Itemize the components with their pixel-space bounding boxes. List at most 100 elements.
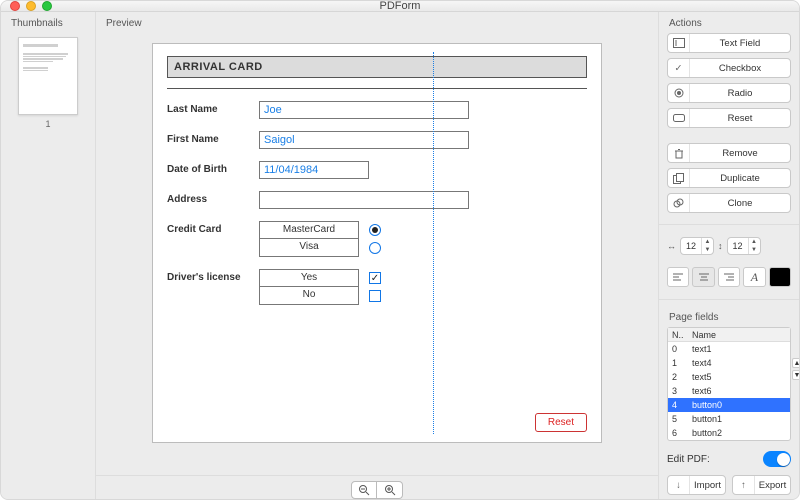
- zoom-out-button[interactable]: [351, 481, 377, 499]
- input-dob[interactable]: [259, 161, 369, 179]
- arrow-vertical-icon: ↕: [718, 241, 723, 251]
- align-center-button[interactable]: [692, 267, 714, 287]
- label-credit-card: Credit Card: [167, 221, 259, 235]
- zoom-out-icon: [358, 484, 370, 496]
- duplicate-button[interactable]: Duplicate: [667, 168, 791, 188]
- form-reset-button[interactable]: Reset: [535, 413, 587, 432]
- table-row[interactable]: 6button2: [668, 426, 790, 440]
- input-address[interactable]: [259, 191, 469, 209]
- add-radio-button[interactable]: Radio: [667, 83, 791, 103]
- text-field-icon: [668, 34, 690, 52]
- row-credit-card: Credit Card MasterCard Visa: [167, 221, 587, 257]
- input-last-name[interactable]: [259, 101, 469, 119]
- y-value: 12: [728, 241, 748, 251]
- label-dob: Date of Birth: [167, 161, 259, 175]
- credit-card-option-1[interactable]: Visa: [259, 239, 359, 257]
- checkbox-license-1[interactable]: [369, 290, 381, 302]
- main-body: Thumbnails 1 Preview: [1, 12, 799, 500]
- radio-icon: [668, 84, 690, 102]
- thumbnails-panel: Thumbnails 1: [1, 12, 96, 500]
- table-row[interactable]: 3text6: [668, 384, 790, 398]
- x-value: 12: [681, 241, 701, 251]
- row-first-name: First Name: [167, 131, 587, 149]
- zoom-in-button[interactable]: [377, 481, 403, 499]
- row-license: Driver's license Yes ✓ No: [167, 269, 587, 305]
- col-header-number: N..: [668, 330, 688, 340]
- duplicate-label: Duplicate: [690, 173, 790, 184]
- page-thumbnail[interactable]: [18, 37, 78, 115]
- import-label: Import: [690, 480, 725, 491]
- actions-panel: Actions Text Field ✓ Checkbox Radio Rese…: [659, 12, 799, 500]
- preview-header: Preview: [96, 12, 658, 33]
- checkbox-icon: ✓: [668, 59, 690, 77]
- reset-icon: [668, 109, 690, 127]
- license-option-1[interactable]: No: [259, 287, 359, 305]
- clone-icon: [668, 194, 690, 212]
- app-window: PDForm Thumbnails 1: [0, 0, 800, 500]
- preview-panel: Preview ARRIVAL CARD Last Name First Nam…: [96, 12, 659, 500]
- font-button[interactable]: A: [743, 267, 765, 287]
- add-radio-label: Radio: [690, 88, 790, 99]
- export-icon: ↑: [733, 476, 755, 494]
- thumbnail-page-number: 1: [45, 119, 50, 129]
- label-first-name: First Name: [167, 131, 259, 145]
- table-row[interactable]: 4button0: [668, 398, 790, 412]
- row-move-up-button[interactable]: ▲: [792, 358, 800, 368]
- add-reset-label: Reset: [690, 113, 790, 124]
- actions-header: Actions: [667, 12, 791, 33]
- row-move-down-button[interactable]: ▼: [792, 370, 800, 380]
- credit-card-option-0[interactable]: MasterCard: [259, 221, 359, 239]
- add-checkbox-label: Checkbox: [690, 63, 790, 74]
- thumbnails-header: Thumbnails: [1, 12, 95, 33]
- add-reset-button[interactable]: Reset: [667, 108, 791, 128]
- alignment-row: A: [667, 267, 791, 287]
- radio-credit-card-0[interactable]: [369, 224, 381, 236]
- table-row[interactable]: 1text4: [668, 356, 790, 370]
- checkbox-license-0[interactable]: ✓: [369, 272, 381, 284]
- import-button[interactable]: ↓ Import: [667, 475, 726, 495]
- x-up-icon[interactable]: ▲: [702, 238, 713, 246]
- export-button[interactable]: ↑ Export: [732, 475, 791, 495]
- table-row[interactable]: 0text1: [668, 342, 790, 356]
- font-icon: A: [751, 270, 758, 285]
- table-row[interactable]: 5button1: [668, 412, 790, 426]
- titlebar: PDForm: [1, 1, 799, 12]
- import-export-row: ↓ Import ↑ Export: [667, 467, 791, 500]
- trash-icon: [668, 144, 690, 162]
- row-address: Address: [167, 191, 587, 209]
- radio-credit-card-1[interactable]: [369, 242, 381, 254]
- clone-button[interactable]: Clone: [667, 193, 791, 213]
- align-right-button[interactable]: [718, 267, 740, 287]
- y-up-icon[interactable]: ▲: [749, 238, 760, 246]
- edit-pdf-label: Edit PDF:: [667, 454, 710, 465]
- x-down-icon[interactable]: ▼: [702, 246, 713, 254]
- zoom-in-icon: [384, 484, 396, 496]
- fields-table[interactable]: N.. Name 0text11text42text53text64button…: [667, 327, 791, 441]
- position-controls: ↔ 12 ▲▼ ↕ 12 ▲▼: [667, 237, 791, 255]
- clone-label: Clone: [690, 198, 790, 209]
- preview-canvas: ARRIVAL CARD Last Name First Name Date o…: [96, 33, 658, 475]
- row-last-name: Last Name: [167, 101, 587, 119]
- align-center-icon: [699, 273, 709, 281]
- remove-label: Remove: [690, 148, 790, 159]
- table-row[interactable]: 2text5: [668, 370, 790, 384]
- page-fields-header: Page fields: [669, 312, 791, 323]
- import-icon: ↓: [668, 476, 690, 494]
- add-text-field-button[interactable]: Text Field: [667, 33, 791, 53]
- x-stepper[interactable]: 12 ▲▼: [680, 237, 714, 255]
- document-page[interactable]: ARRIVAL CARD Last Name First Name Date o…: [152, 43, 602, 443]
- label-license: Driver's license: [167, 269, 259, 283]
- remove-button[interactable]: Remove: [667, 143, 791, 163]
- duplicate-icon: [668, 169, 690, 187]
- add-checkbox-button[interactable]: ✓ Checkbox: [667, 58, 791, 78]
- align-right-icon: [724, 273, 734, 281]
- zoom-toolbar: [96, 475, 658, 500]
- input-first-name[interactable]: [259, 131, 469, 149]
- color-button[interactable]: [769, 267, 791, 287]
- align-left-button[interactable]: [667, 267, 689, 287]
- edit-pdf-toggle[interactable]: [763, 451, 791, 467]
- license-option-0[interactable]: Yes: [259, 269, 359, 287]
- y-down-icon[interactable]: ▼: [749, 246, 760, 254]
- arrow-horizontal-icon: ↔: [667, 241, 676, 251]
- y-stepper[interactable]: 12 ▲▼: [727, 237, 761, 255]
